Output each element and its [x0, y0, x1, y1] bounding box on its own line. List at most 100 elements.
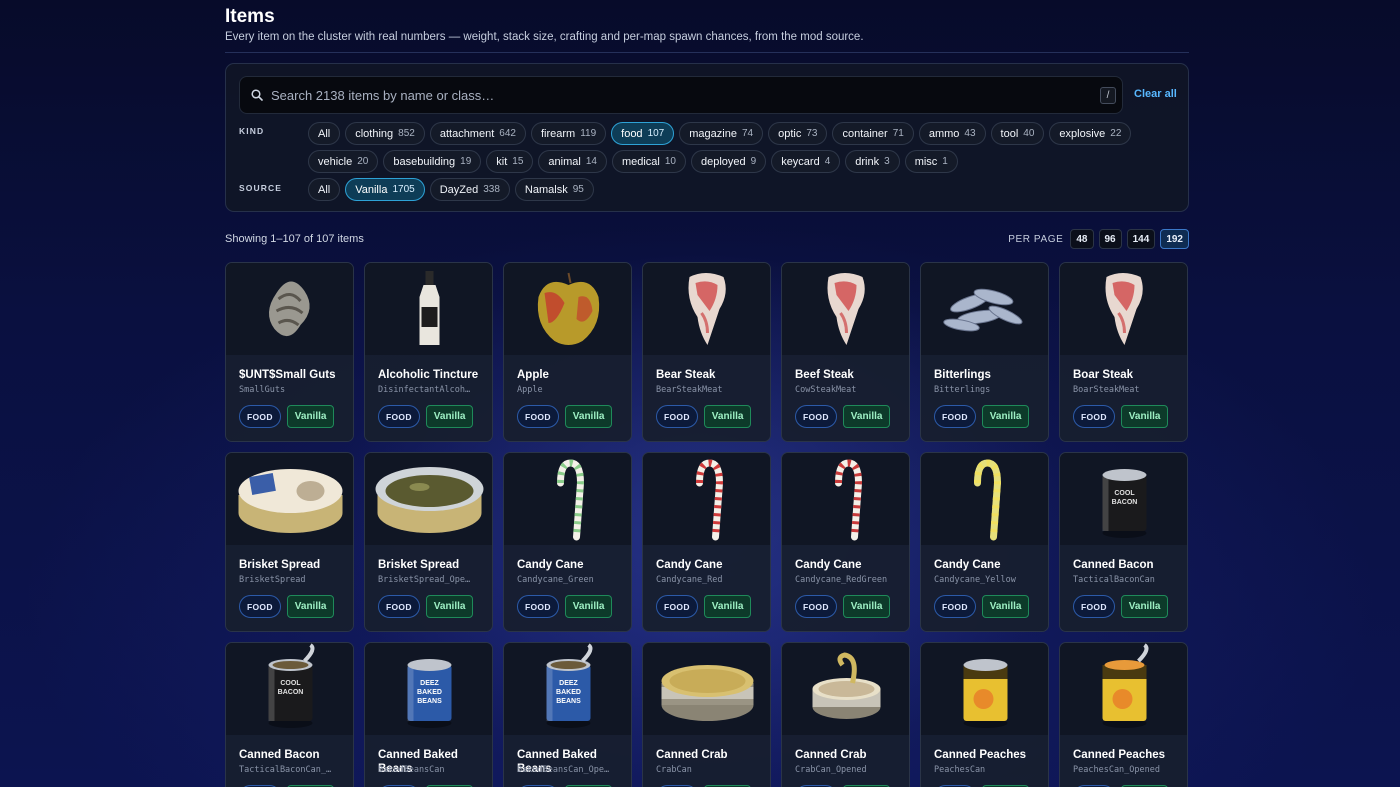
kind-chip-explosive[interactable]: explosive 22: [1049, 122, 1132, 145]
kind-chip-basebuilding[interactable]: basebuilding 19: [383, 150, 482, 173]
item-card[interactable]: COOLBACONCanned BaconTacticalBaconCan_…F…: [225, 642, 354, 787]
kind-chip-firearm[interactable]: firearm 119: [530, 122, 607, 145]
source-chip-vanilla[interactable]: Vanilla 1705: [345, 178, 425, 201]
item-name: Brisket Spread: [378, 559, 460, 571]
item-info: Canned Baked BeansBakedBeansCanFOODVanil…: [365, 735, 492, 787]
item-image: [1060, 643, 1187, 735]
item-image: [921, 643, 1048, 735]
source-badge: Vanilla: [1120, 595, 1169, 618]
item-image: [921, 263, 1048, 355]
kind-badge: FOOD: [239, 405, 281, 428]
item-name: Canned Peaches: [1073, 749, 1166, 761]
kind-chip-magazine[interactable]: magazine 74: [679, 122, 764, 145]
kind-chip-all[interactable]: All: [308, 122, 341, 145]
item-card[interactable]: $UNT$Small Guts SmallGuts FOOD Vanilla: [225, 262, 354, 442]
crab-can-open-icon: [812, 652, 881, 719]
kind-badge: FOOD: [795, 405, 837, 428]
item-card[interactable]: Bitterlings Bitterlings FOOD Vanilla: [920, 262, 1049, 442]
kind-chip-ammo[interactable]: ammo 43: [918, 122, 986, 145]
chip-label: misc: [914, 155, 938, 168]
item-card[interactable]: Canned CrabCrabCan_OpenedFOODVanilla: [781, 642, 910, 787]
filter-panel: / Clear all KIND All clothing 852 attachmen…: [225, 63, 1189, 212]
source-badge: Vanilla: [981, 405, 1030, 428]
item-card[interactable]: Brisket Spread BrisketSpread_Ope… FOOD Vani…: [364, 452, 493, 632]
beans-can-icon: DEEZ BAKED BEANS: [407, 659, 452, 728]
item-card[interactable]: Candy Cane Candycane_Green FOOD Vanilla: [503, 452, 632, 632]
source-badge: Vanilla: [703, 405, 752, 428]
kind-chip-food[interactable]: food 107: [611, 122, 675, 145]
item-card[interactable]: Boar Steak BoarSteakMeat FOOD Vanilla: [1059, 262, 1188, 442]
item-class: Candycane_RedGreen: [795, 575, 888, 585]
item-card[interactable]: COOL BACON Canned Bacon TacticalBaconCan FOO…: [1059, 452, 1188, 632]
item-card[interactable]: Candy Cane Candycane_Red FOOD Vanilla: [642, 452, 771, 632]
search-input[interactable]: [271, 77, 1091, 113]
kind-chip-medical[interactable]: medical 10: [611, 150, 686, 173]
item-card[interactable]: Alcoholic Tincture DisinfectantAlcoh… FOOD…: [364, 262, 493, 442]
item-card[interactable]: Candy Cane Candycane_Yellow FOOD Vanilla: [920, 452, 1049, 632]
kind-badge: FOOD: [934, 405, 976, 428]
item-info: Beef Steak CowSteakMeat FOOD Vanilla: [782, 355, 909, 441]
source-chip-namalsk[interactable]: Namalsk 95: [514, 178, 594, 201]
item-card[interactable]: Canned CrabCrabCanFOODVanilla: [642, 642, 771, 787]
kind-chip-attachment[interactable]: attachment 642: [429, 122, 526, 145]
item-card[interactable]: DEEZ BAKED BEANS Canned Baked Beans BakedBea…: [503, 642, 632, 787]
item-class: Apple: [517, 385, 543, 395]
chip-label: deployed: [700, 155, 746, 168]
item-badges: FOODVanilla: [1073, 595, 1169, 618]
item-badges: FOODVanilla: [934, 595, 1030, 618]
fish-icon: [943, 288, 1023, 332]
item-name: Bear Steak: [656, 369, 716, 381]
source-chip-dayzed[interactable]: DayZed 338: [429, 178, 510, 201]
chip-label: All: [318, 127, 331, 140]
per-page-option-192[interactable]: 192: [1160, 229, 1189, 249]
kind-chip-drink[interactable]: drink 3: [845, 150, 900, 173]
chip-label: attachment: [439, 127, 495, 140]
item-card[interactable]: Brisket Spread BrisketSpread FOOD Vanilla: [225, 452, 354, 632]
kind-chip-tool[interactable]: tool 40: [990, 122, 1045, 145]
kind-chip-kit[interactable]: kit 15: [486, 150, 534, 173]
kind-chip-clothing[interactable]: clothing 852: [345, 122, 425, 145]
item-card[interactable]: Canned PeachesPeachesCan_OpenedFOODVanil…: [1059, 642, 1188, 787]
item-class: TacticalBaconCan: [1073, 575, 1155, 585]
kind-chip-vehicle[interactable]: vehicle 20: [308, 150, 379, 173]
search-icon: [251, 89, 263, 101]
search-box[interactable]: /: [239, 76, 1123, 114]
per-page-option-96[interactable]: 96: [1098, 229, 1122, 249]
kind-chip-deployed[interactable]: deployed 9: [690, 150, 767, 173]
item-class: BrisketSpread: [239, 575, 306, 585]
item-image: [643, 263, 770, 355]
item-card[interactable]: Apple Apple FOOD Vanilla: [503, 262, 632, 442]
per-page-selector: PER PAGE 48 96 144 192: [1008, 229, 1189, 249]
item-card[interactable]: Candy Cane Candycane_RedGreen FOOD Vanilla: [781, 452, 910, 632]
kind-chip-animal[interactable]: animal 14: [538, 150, 607, 173]
per-page-option-144[interactable]: 144: [1126, 229, 1156, 249]
svg-text:BACON: BACON: [1112, 499, 1138, 506]
source-badge: Vanilla: [1120, 405, 1169, 428]
clear-all-button[interactable]: Clear all: [1134, 88, 1177, 100]
source-chip-all[interactable]: All: [308, 178, 341, 201]
chip-label: tool: [1000, 127, 1019, 140]
chip-count: 20: [357, 156, 369, 167]
kind-chip-misc[interactable]: misc 1: [904, 150, 958, 173]
peach-can-icon: [963, 659, 1008, 728]
item-name: Beef Steak: [795, 369, 854, 381]
item-image: COOL BACON: [1060, 453, 1187, 545]
item-name: Boar Steak: [1073, 369, 1134, 381]
item-badges: FOODVanilla: [517, 405, 613, 428]
kind-chip-optic[interactable]: optic 73: [768, 122, 828, 145]
per-page-option-48[interactable]: 48: [1070, 229, 1094, 249]
kind-chip-container[interactable]: container 71: [832, 122, 914, 145]
item-card[interactable]: Bear Steak BearSteakMeat FOOD Vanilla: [642, 262, 771, 442]
steak-icon: [1105, 273, 1143, 345]
per-page-label: PER PAGE: [1008, 233, 1064, 245]
kind-chip-keycard[interactable]: keycard 4: [771, 150, 841, 173]
item-card[interactable]: Canned PeachesPeachesCanFOODVanilla: [920, 642, 1049, 787]
item-info: Boar Steak BoarSteakMeat FOOD Vanilla: [1060, 355, 1187, 441]
item-badges: FOODVanilla: [934, 405, 1030, 428]
item-card[interactable]: Beef Steak CowSteakMeat FOOD Vanilla: [781, 262, 910, 442]
chip-label: Vanilla: [355, 183, 388, 196]
item-card[interactable]: DEEZ BAKED BEANS Canned Baked Beans BakedBea…: [364, 642, 493, 787]
item-info: Candy Cane Candycane_RedGreen FOOD Vanilla: [782, 545, 909, 631]
item-name: Bitterlings: [934, 369, 991, 381]
chip-label: magazine: [689, 127, 737, 140]
